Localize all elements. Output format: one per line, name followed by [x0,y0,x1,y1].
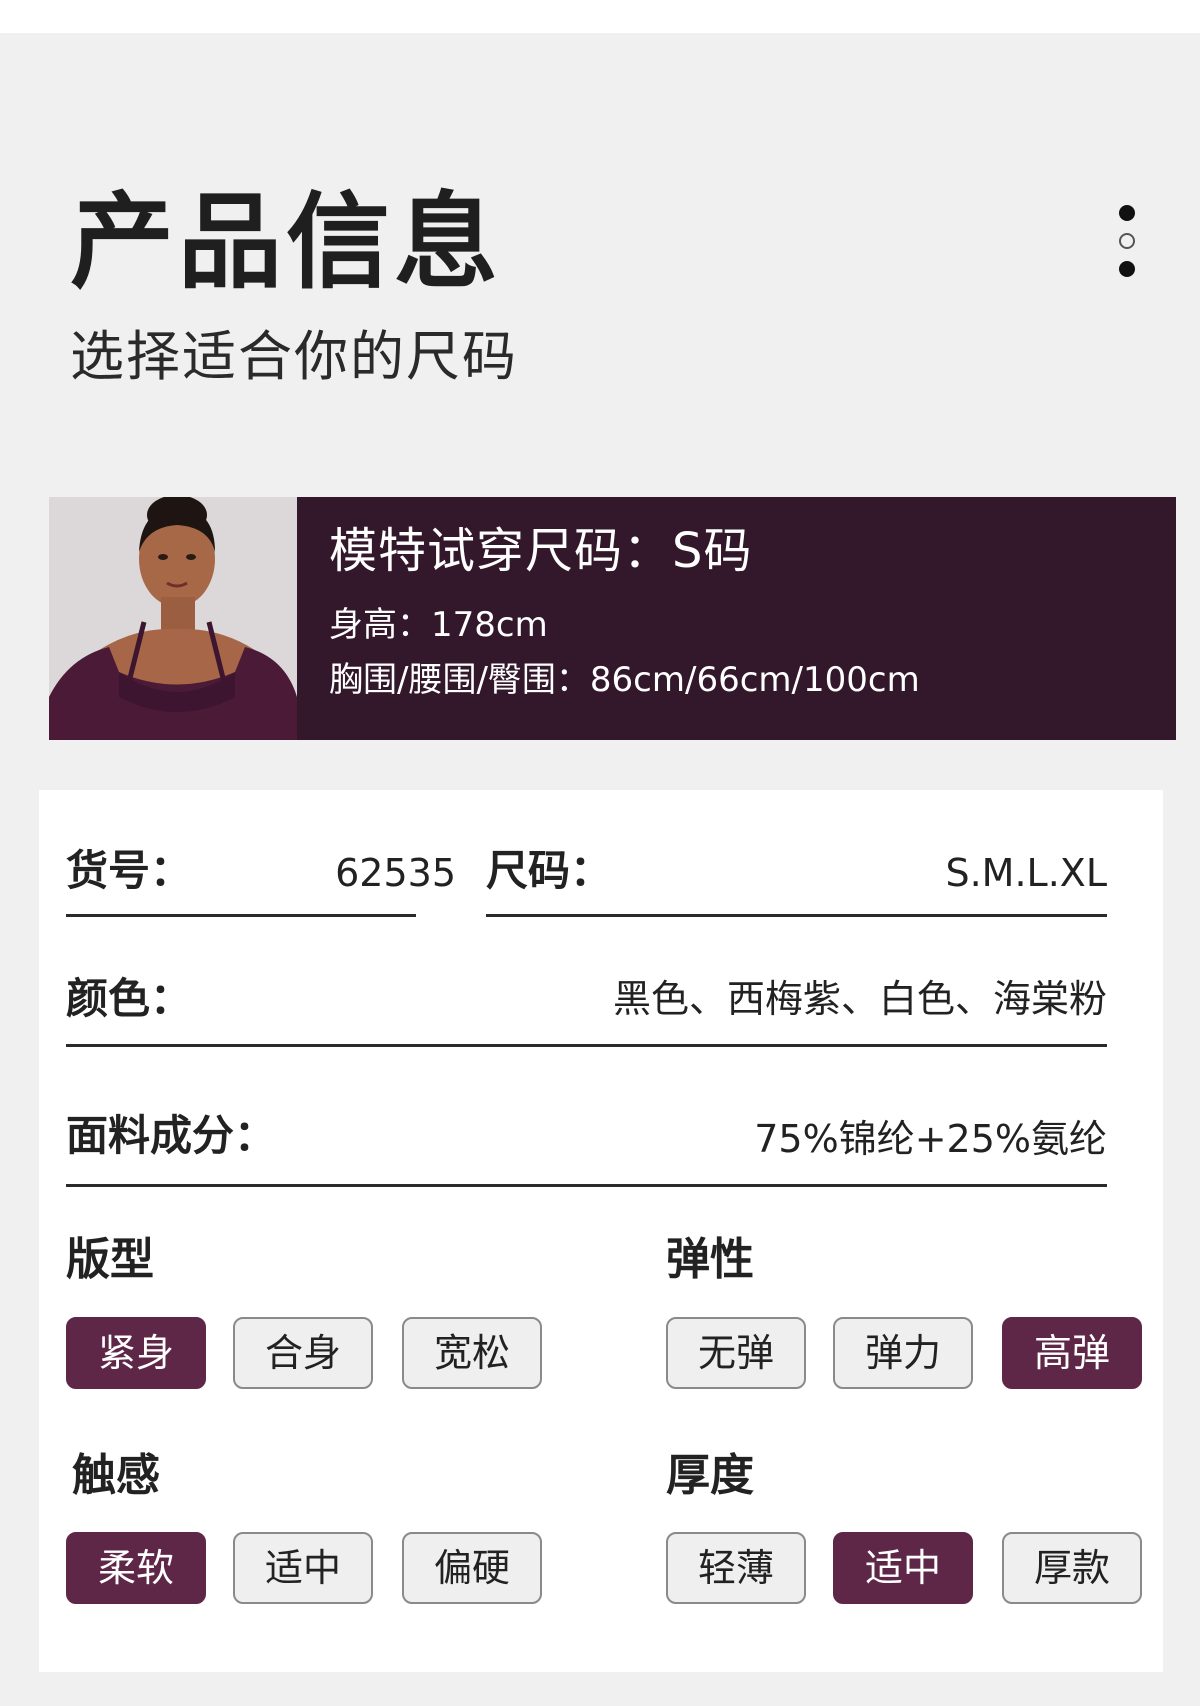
item-no-label: 货号： [66,846,193,895]
model-info-panel: 模特试穿尺码：S码 身高：178cm 胸围/腰围/臀围：86cm/66cm/10… [297,497,1176,740]
elasticity-option-high[interactable]: 高弹 [1002,1317,1142,1389]
thickness-option-thin[interactable]: 轻薄 [666,1532,806,1604]
size-divider [486,914,1107,917]
color-divider [66,1044,1107,1047]
fit-option-tight[interactable]: 紧身 [66,1317,206,1389]
pager-dot-3[interactable] [1119,261,1135,277]
fit-title: 版型 [66,1234,154,1285]
fabric-value: 75%锦纶+25%氨纶 [754,1117,1107,1161]
elasticity-option-none[interactable]: 无弹 [666,1317,806,1389]
elasticity-option-medium[interactable]: 弹力 [833,1317,973,1389]
thickness-option-thick[interactable]: 厚款 [1002,1532,1142,1604]
elasticity-title: 弹性 [666,1234,754,1285]
pager-dot-1[interactable] [1119,205,1135,221]
touch-option-medium[interactable]: 适中 [233,1532,373,1604]
top-strip [0,0,1200,33]
model-banner: 模特试穿尺码：S码 身高：178cm 胸围/腰围/臀围：86cm/66cm/10… [49,497,1176,740]
page-subtitle: 选择适合你的尺码 [70,325,518,388]
fit-option-loose[interactable]: 宽松 [402,1317,542,1389]
model-size-text: 模特试穿尺码：S码 [329,523,753,579]
fit-option-regular[interactable]: 合身 [233,1317,373,1389]
item-no-divider [66,914,416,917]
item-no-value: 62535 [335,851,456,895]
touch-title: 触感 [72,1450,160,1501]
pager-dot-2[interactable] [1119,233,1135,249]
size-value: S.M.L.XL [945,851,1107,895]
thickness-option-medium[interactable]: 适中 [833,1532,973,1604]
model-photo-icon [49,497,297,740]
fabric-divider [66,1184,1107,1187]
model-illustration [49,497,297,740]
page-title: 产品信息 [70,181,503,303]
fabric-label: 面料成分： [66,1111,277,1160]
color-value: 黑色、西梅紫、白色、海棠粉 [612,977,1107,1021]
color-label: 颜色： [66,974,193,1023]
model-height-text: 身高：178cm [329,605,548,645]
spec-card: 货号： 62535 尺码： S.M.L.XL 颜色： 黑色、西梅紫、白色、海棠粉… [39,790,1163,1672]
touch-option-firm[interactable]: 偏硬 [402,1532,542,1604]
pager-dots-icon[interactable] [1117,205,1137,289]
size-label: 尺码： [486,846,613,895]
model-measurements-text: 胸围/腰围/臀围：86cm/66cm/100cm [329,660,920,700]
thickness-title: 厚度 [666,1450,754,1501]
touch-option-soft[interactable]: 柔软 [66,1532,206,1604]
